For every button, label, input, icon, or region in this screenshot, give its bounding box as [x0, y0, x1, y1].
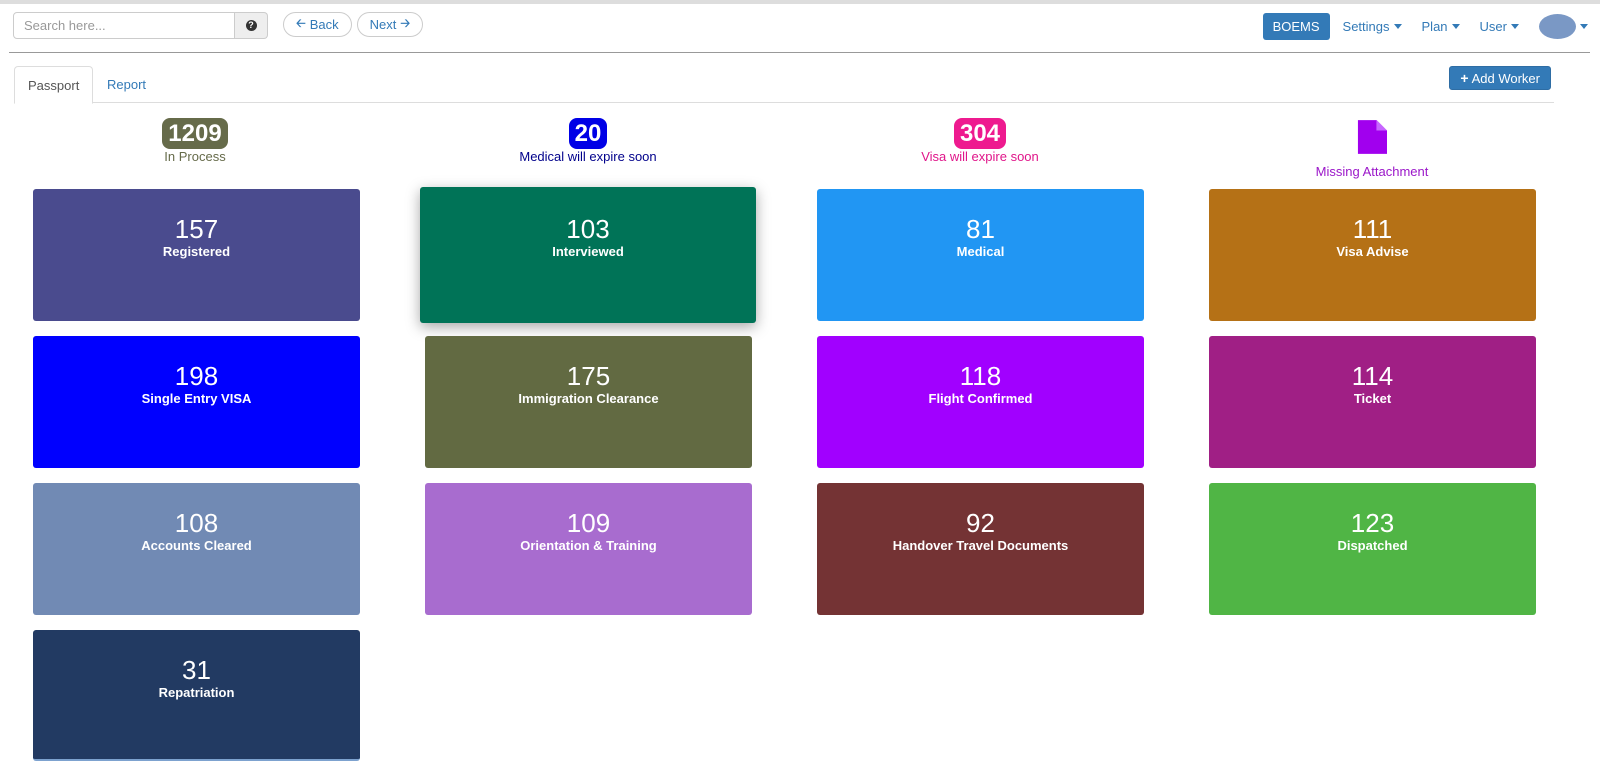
summary-missing-attachment[interactable]: Missing Attachment [1272, 119, 1472, 179]
tile-label: Accounts Cleared [141, 538, 252, 553]
plan-menu[interactable]: Plan [1422, 19, 1460, 34]
add-worker-button[interactable]: + Add Worker [1449, 66, 1551, 90]
tile-count: 198 [174, 361, 219, 391]
tile-handover-travel-documents[interactable]: 92 Handover Travel Documents [817, 483, 1144, 615]
avatar-caret-down-icon[interactable] [1580, 24, 1588, 29]
tile-interviewed[interactable]: 103 Interviewed [420, 187, 756, 323]
question-icon: ? [245, 20, 257, 31]
tile-count: 109 [566, 508, 611, 538]
tab-passport[interactable]: Passport [14, 66, 94, 104]
tile-label: Flight Confirmed [928, 391, 1033, 406]
tile-count: 114 [1351, 361, 1394, 391]
tile-label: Single Entry VISA [141, 391, 252, 406]
tile-count: 92 [966, 508, 995, 538]
tile-count: 108 [174, 508, 219, 538]
back-label: Back [309, 17, 339, 32]
tile-flight-confirmed[interactable]: 118 Flight Confirmed [817, 336, 1144, 468]
tile-label: Visa Advise [1336, 244, 1409, 259]
in-process-label: In Process [164, 149, 226, 164]
tile-label: Registered [162, 244, 231, 259]
tile-label: Orientation & Training [520, 538, 657, 553]
missing-attachment-label: Missing Attachment [1315, 164, 1429, 179]
summary-in-process[interactable]: 1209 In Process [95, 118, 295, 174]
next-label: Next [369, 17, 397, 32]
tile-label: Handover Travel Documents [892, 538, 1069, 553]
avatar[interactable] [1539, 14, 1576, 39]
in-process-count-badge: 1209 [162, 118, 228, 149]
tile-orientation-training[interactable]: 109 Orientation & Training [425, 483, 752, 615]
tile-count: 103 [566, 214, 610, 244]
tile-repatriation[interactable]: 31 Repatriation [33, 630, 360, 761]
tile-label: Repatriation [158, 685, 235, 700]
tile-count: 123 [1350, 508, 1395, 538]
tile-label: Medical [956, 244, 1005, 259]
tile-label: Dispatched [1337, 538, 1408, 553]
settings-label: Settings [1342, 19, 1390, 34]
caret-down-icon [1511, 24, 1519, 29]
caret-down-icon [1393, 24, 1402, 29]
user-menu[interactable]: User [1480, 19, 1519, 34]
tile-immigration-clearance[interactable]: 175 Immigration Clearance [425, 336, 752, 468]
tile-label: Immigration Clearance [518, 391, 659, 406]
tile-label: Interviewed [552, 244, 624, 259]
file-icon [1357, 120, 1387, 154]
tile-count: 157 [174, 214, 219, 244]
tile-count: 31 [182, 655, 211, 685]
add-worker-label: Add Worker [1471, 70, 1540, 86]
arrow-left-icon: 🡠 [296, 16, 306, 30]
tile-ticket[interactable]: 114 Ticket [1209, 336, 1536, 468]
tile-visa-advise[interactable]: 111 Visa Advise [1209, 189, 1536, 321]
tile-label: Ticket [1353, 391, 1392, 406]
settings-menu[interactable]: Settings [1343, 19, 1402, 34]
visa-expire-label: Visa will expire soon [921, 149, 1039, 164]
tab-report[interactable]: Report [94, 66, 159, 103]
search-help-button[interactable]: ? [235, 12, 268, 39]
tile-count: 111 [1352, 214, 1393, 244]
back-button[interactable]: 🡠 Back [283, 12, 352, 37]
summary-medical-expire[interactable]: 20 Medical will expire soon [488, 118, 688, 174]
tile-dispatched[interactable]: 123 Dispatched [1209, 483, 1536, 615]
tile-accounts-cleared[interactable]: 108 Accounts Cleared [33, 483, 360, 615]
tile-count: 81 [966, 214, 995, 244]
visa-expire-count-badge: 304 [953, 118, 1007, 149]
top-bar: ? 🡠 Back Next 🡢 BOEMS Settings Plan User [13, 12, 1588, 40]
search-input[interactable] [13, 12, 235, 39]
medical-expire-count-badge: 20 [568, 118, 608, 149]
tile-medical[interactable]: 81 Medical [817, 189, 1144, 321]
plan-label: Plan [1421, 19, 1448, 34]
tab-bar: Passport Report [14, 66, 1554, 104]
tile-count: 118 [959, 361, 1002, 391]
caret-down-icon [1451, 24, 1460, 29]
tile-registered[interactable]: 157 Registered [33, 189, 360, 321]
next-button[interactable]: Next 🡢 [356, 12, 424, 37]
history-nav: 🡠 Back Next 🡢 [283, 12, 424, 37]
user-label: User [1479, 19, 1507, 34]
search-group: ? [13, 12, 268, 39]
main-menu: BOEMS Settings Plan User [1262, 13, 1588, 40]
arrow-right-icon: 🡢 [400, 16, 411, 30]
summary-visa-expire[interactable]: 304 Visa will expire soon [880, 118, 1080, 174]
plus-icon: + [1460, 70, 1469, 86]
header-divider [9, 52, 1590, 53]
tile-single-entry-visa[interactable]: 198 Single Entry VISA [33, 336, 360, 468]
brand-button[interactable]: BOEMS [1262, 13, 1330, 40]
tile-count: 175 [566, 361, 611, 391]
medical-expire-label: Medical will expire soon [519, 149, 657, 164]
